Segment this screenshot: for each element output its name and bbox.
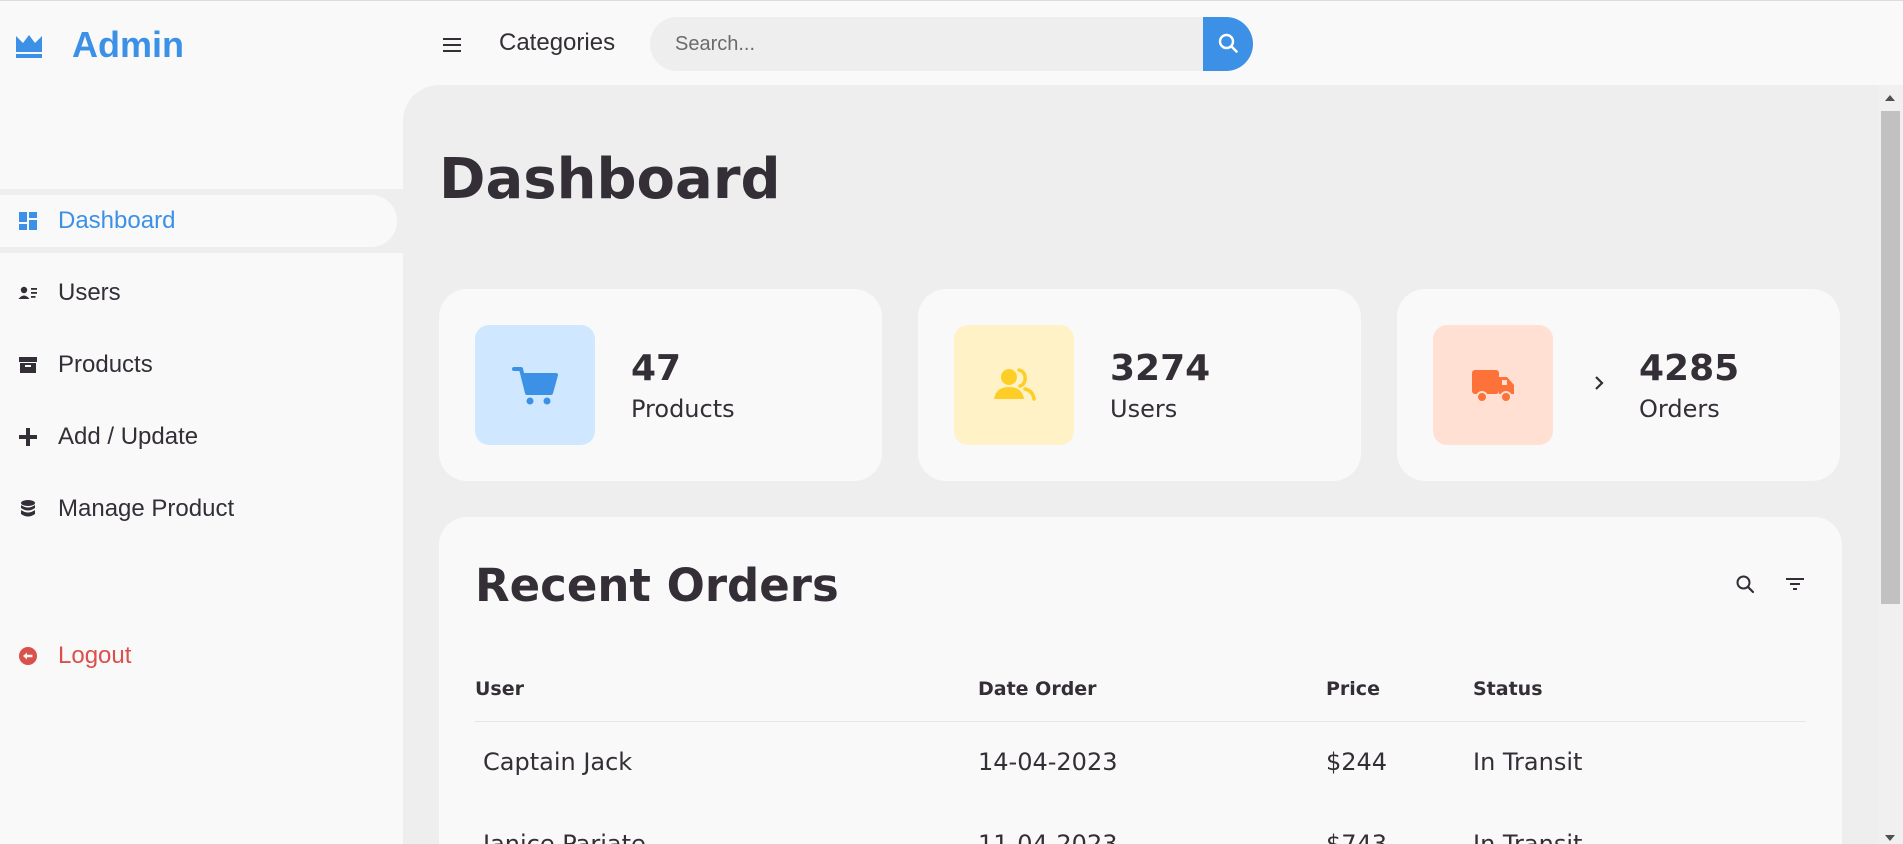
sidebar-link-manage-product[interactable]: Manage Product bbox=[0, 477, 403, 541]
categories-link[interactable]: Categories bbox=[499, 29, 615, 57]
stat-text: 3274 Users bbox=[1110, 347, 1210, 423]
logout-label: Logout bbox=[58, 642, 132, 669]
truck-icon bbox=[1433, 325, 1553, 445]
search-icon bbox=[1217, 32, 1239, 57]
column-header-price: Price bbox=[1326, 657, 1473, 722]
column-header-status: Status bbox=[1473, 657, 1806, 722]
recent-orders-panel: Recent Orders User Date Order Price Stat… bbox=[439, 517, 1842, 844]
cell-status: In Transit bbox=[1473, 748, 1583, 777]
sidebar-link-users[interactable]: Users bbox=[0, 261, 403, 325]
cell-user: Captain Jack bbox=[483, 748, 633, 777]
stat-value: 47 bbox=[631, 348, 682, 389]
recent-orders-title: Recent Orders bbox=[475, 559, 839, 612]
stat-label: Users bbox=[1110, 395, 1178, 423]
cell-price: $743 bbox=[1326, 830, 1388, 844]
search-input[interactable] bbox=[650, 17, 1203, 71]
stat-text: 47 Products bbox=[631, 347, 735, 423]
table-row[interactable]: Janice Pariate 11-04-2023 $743 In Transi… bbox=[475, 803, 1806, 844]
cell-status: In Transit bbox=[1473, 830, 1583, 844]
chevron-right-icon bbox=[1589, 373, 1609, 393]
logout-link[interactable]: Logout bbox=[0, 624, 403, 688]
scroll-thumb[interactable] bbox=[1881, 111, 1900, 604]
crown-icon bbox=[14, 30, 44, 60]
cell-date: 11-04-2023 bbox=[978, 830, 1118, 844]
brand-name: Admin bbox=[72, 24, 184, 65]
sidebar-item-label: Products bbox=[58, 351, 153, 378]
plus-icon bbox=[18, 427, 38, 447]
search-button[interactable] bbox=[1203, 17, 1253, 71]
sidebar-item-label: Add / Update bbox=[58, 423, 199, 450]
database-icon bbox=[18, 499, 38, 519]
stat-label: Orders bbox=[1639, 395, 1720, 423]
sidebar-link-dashboard[interactable]: Dashboard bbox=[0, 189, 403, 253]
sidebar-item-dashboard: Dashboard bbox=[0, 189, 403, 253]
sidebar-item-label: Dashboard bbox=[58, 207, 176, 234]
stat-card-users: 3274 Users bbox=[918, 289, 1361, 481]
logout-icon bbox=[18, 646, 38, 666]
sidebar-item-add-update: Add / Update bbox=[0, 405, 403, 469]
people-icon bbox=[954, 325, 1074, 445]
user-card-icon bbox=[18, 283, 38, 303]
side-menu: Dashboard Users Products Add / Update Ma… bbox=[0, 189, 403, 549]
stat-card-orders: 4285 Orders bbox=[1397, 289, 1840, 481]
dashboard-icon bbox=[18, 211, 38, 231]
cell-date: 14-04-2023 bbox=[978, 748, 1118, 777]
stat-card-products: 47 Products bbox=[439, 289, 882, 481]
cell-user: Janice Pariate bbox=[483, 830, 646, 844]
search-form bbox=[650, 17, 1253, 71]
orders-table: User Date Order Price Status Captain Jac… bbox=[475, 657, 1806, 844]
vertical-scrollbar[interactable] bbox=[1878, 85, 1903, 844]
column-header-date: Date Order bbox=[978, 657, 1326, 722]
orders-toolbar bbox=[1734, 573, 1806, 595]
stat-label: Products bbox=[631, 395, 735, 423]
sidebar-item-manage-product: Manage Product bbox=[0, 477, 403, 541]
sidebar-item-logout: Logout bbox=[0, 624, 403, 688]
stats-row: 47 Products 3274 Users 4285 Orders bbox=[439, 289, 1842, 481]
archive-icon bbox=[18, 355, 38, 375]
sidebar-link-products[interactable]: Products bbox=[0, 333, 403, 397]
stat-text: 4285 Orders bbox=[1639, 347, 1739, 423]
cell-price: $244 bbox=[1326, 748, 1388, 777]
sidebar: Admin Dashboard Users Products Add / Upd… bbox=[0, 1, 403, 844]
scroll-up-arrow-icon[interactable] bbox=[1885, 95, 1895, 101]
hamburger-icon[interactable] bbox=[440, 33, 464, 57]
sidebar-item-label: Users bbox=[58, 279, 121, 306]
sidebar-item-users: Users bbox=[0, 261, 403, 325]
filter-icon[interactable] bbox=[1784, 573, 1806, 595]
top-nav: Categories bbox=[403, 1, 1903, 85]
column-header-user: User bbox=[475, 657, 978, 722]
scroll-down-arrow-icon[interactable] bbox=[1885, 835, 1895, 841]
cart-icon bbox=[475, 325, 595, 445]
brand-link[interactable]: Admin bbox=[14, 21, 184, 69]
search-icon[interactable] bbox=[1734, 573, 1756, 595]
sidebar-item-label: Manage Product bbox=[58, 495, 235, 522]
table-row[interactable]: Captain Jack 14-04-2023 $244 In Transit bbox=[475, 721, 1806, 803]
side-menu-bottom: Logout bbox=[0, 624, 403, 696]
stat-value: 3274 bbox=[1110, 348, 1211, 389]
sidebar-link-add-update[interactable]: Add / Update bbox=[0, 405, 403, 469]
stat-value: 4285 bbox=[1639, 348, 1740, 389]
page-title: Dashboard bbox=[439, 147, 781, 212]
sidebar-item-products: Products bbox=[0, 333, 403, 397]
table-header-row: User Date Order Price Status bbox=[475, 657, 1806, 722]
